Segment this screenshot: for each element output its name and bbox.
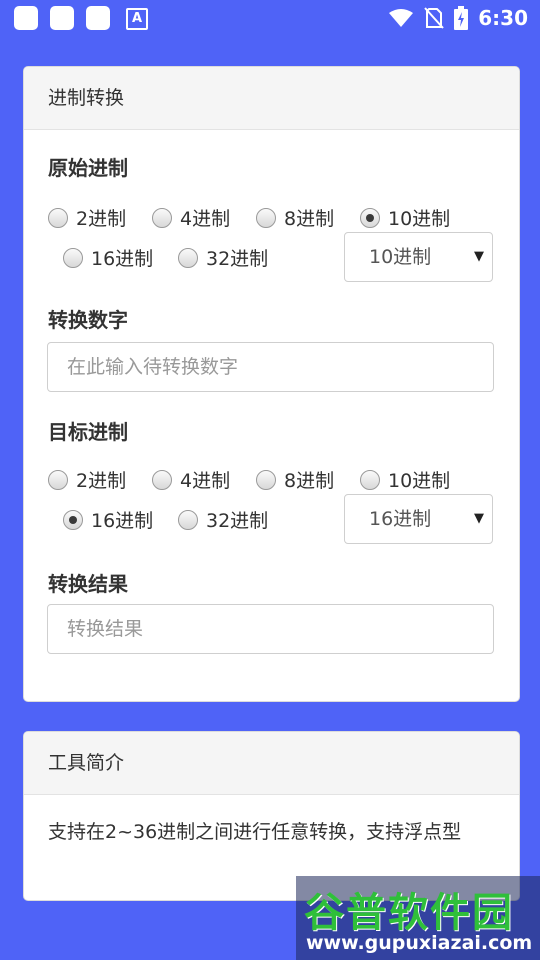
source-radio-10[interactable]: 10进制 (360, 204, 450, 231)
result-field[interactable]: 转换结果 (47, 604, 494, 654)
radio-circle-checked[interactable] (360, 207, 380, 228)
target-radio-4[interactable]: 4进制 (152, 466, 230, 493)
radio-circle[interactable] (152, 469, 172, 490)
app-notification-icon (50, 6, 74, 30)
watermark-logo: 谷普软件园 www.gupuxiazai.com (296, 876, 540, 960)
no-sim-icon (424, 7, 444, 29)
radio-circle[interactable] (48, 469, 68, 490)
dropdown-arrow-icon: ▼ (474, 249, 484, 264)
source-radio-4[interactable]: 4进制 (152, 204, 230, 231)
target-radio-2[interactable]: 2进制 (48, 466, 126, 493)
radio-circle[interactable] (63, 247, 83, 268)
number-input[interactable]: 在此输入待转换数字 (47, 342, 494, 392)
source-base-select[interactable]: 10进制 ▼ (344, 232, 493, 282)
clock: 6:30 (478, 6, 528, 30)
app-notification-icon (86, 6, 110, 30)
converter-card: 进制转换 原始进制 2进制 4进制 8进制 10进制 16进制 32进制 10进… (23, 66, 520, 702)
target-radio-16[interactable]: 16进制 (63, 506, 153, 533)
target-base-title: 目标进制 (48, 420, 128, 444)
watermark-title: 谷普软件园 (304, 890, 514, 936)
source-base-title: 原始进制 (48, 156, 128, 180)
converter-card-header: 进制转换 (24, 67, 519, 130)
radio-circle[interactable] (48, 207, 68, 228)
radio-circle[interactable] (256, 207, 276, 228)
source-radio-32[interactable]: 32进制 (178, 244, 268, 271)
target-radio-32[interactable]: 32进制 (178, 506, 268, 533)
radio-circle[interactable] (360, 469, 380, 490)
intro-text: 支持在2~36进制之间进行任意转换，支持浮点型 (48, 821, 462, 843)
radio-circle[interactable] (178, 247, 198, 268)
source-radio-2[interactable]: 2进制 (48, 204, 126, 231)
watermark-url: www.gupuxiazai.com (306, 932, 533, 954)
source-radio-8[interactable]: 8进制 (256, 204, 334, 231)
source-radio-16[interactable]: 16进制 (63, 244, 153, 271)
dropdown-arrow-icon: ▼ (474, 511, 484, 526)
wifi-icon (389, 9, 414, 27)
battery-charging-icon (454, 6, 469, 30)
app-notification-icon (14, 6, 38, 30)
target-base-select[interactable]: 16进制 ▼ (344, 494, 493, 544)
status-bar: A 6:30 (0, 0, 540, 36)
radio-circle[interactable] (152, 207, 172, 228)
radio-circle[interactable] (256, 469, 276, 490)
text-notification-icon: A (126, 8, 148, 30)
target-radio-8[interactable]: 8进制 (256, 466, 334, 493)
target-radio-10[interactable]: 10进制 (360, 466, 450, 493)
radio-circle-checked[interactable] (63, 509, 83, 530)
intro-card-header: 工具简介 (24, 732, 519, 795)
result-title: 转换结果 (48, 572, 128, 596)
radio-circle[interactable] (178, 509, 198, 530)
input-number-title: 转换数字 (48, 308, 128, 332)
